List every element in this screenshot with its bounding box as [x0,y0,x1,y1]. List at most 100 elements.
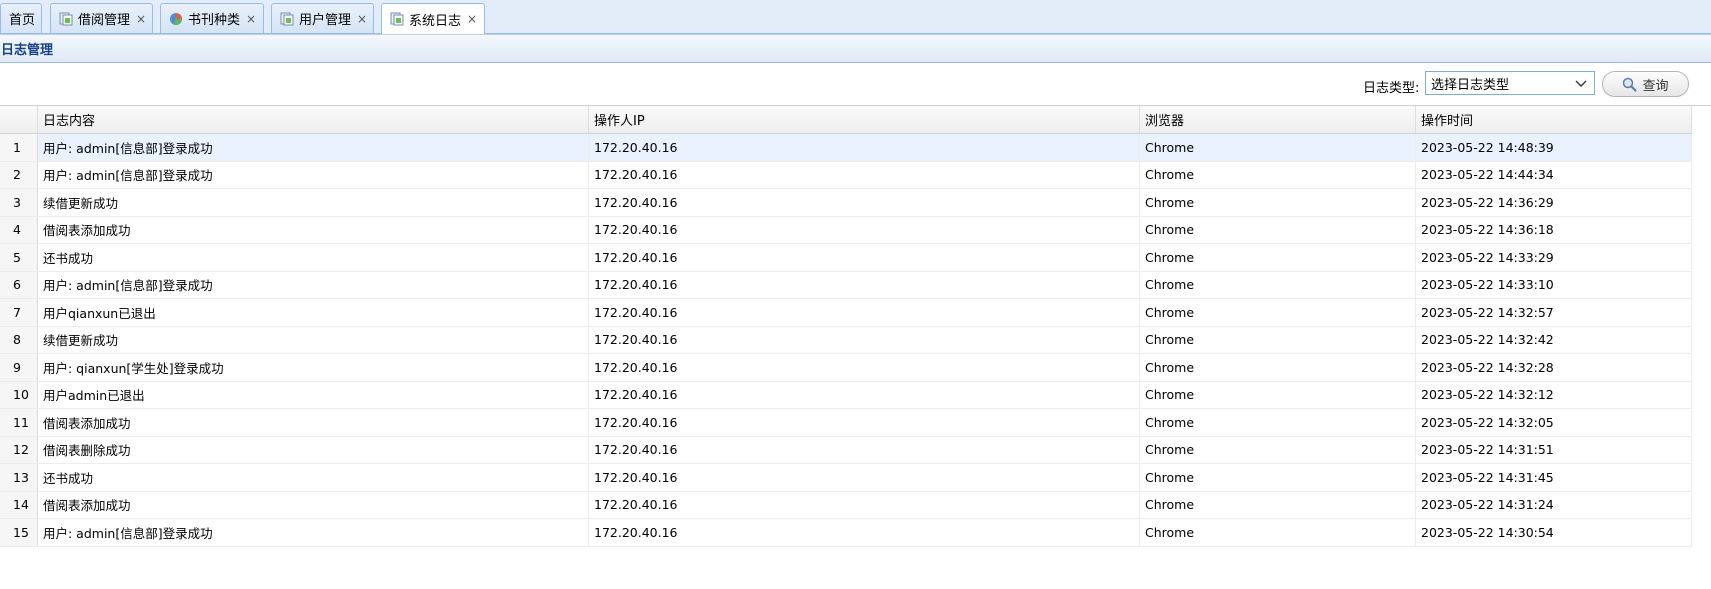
toolbar: 日志类型: 选择日志类型 查询 [0,63,1711,106]
tab-user-management[interactable]: 用户管理 × [271,3,374,33]
cell-log-content: 借阅表删除成功 [38,436,589,463]
table-row[interactable]: 9 用户: qianxun[学生处]登录成功 172.20.40.16 Chrome 2… [0,354,1692,382]
cell-browser: Chrome [1140,409,1416,436]
tab-home[interactable]: 首页 [0,3,42,33]
cell-log-content: 续借更新成功 [38,326,589,353]
panel-header: 日志管理 [0,34,1711,63]
cell-operation-time: 2023-05-22 14:48:39 [1416,134,1692,161]
column-header-time[interactable]: 操作时间 [1416,106,1692,133]
cell-browser: Chrome [1140,189,1416,216]
table-row[interactable]: 4 借阅表添加成功 172.20.40.16 Chrome 2023-05-22 14:… [0,216,1692,244]
cell-log-content: 借阅表添加成功 [38,216,589,243]
cell-operator-ip: 172.20.40.16 [589,134,1140,161]
cell-operator-ip: 172.20.40.16 [589,216,1140,243]
cell-operator-ip: 172.20.40.16 [589,464,1140,491]
cell-log-content: 用户: admin[信息部]登录成功 [38,271,589,298]
close-icon[interactable]: × [357,12,367,26]
tab-label: 书刊种类 [188,13,241,28]
cell-log-content: 还书成功 [38,464,589,491]
cell-operation-time: 2023-05-22 14:36:18 [1416,216,1692,243]
cell-operator-ip: 172.20.40.16 [589,491,1140,518]
cell-row-number: 11 [0,409,38,436]
cell-operation-time: 2023-05-22 14:36:29 [1416,189,1692,216]
table-row[interactable]: 6 用户: admin[信息部]登录成功 172.20.40.16 Chrome 202… [0,271,1692,299]
table-row[interactable]: 1 用户: admin[信息部]登录成功 172.20.40.16 Chrome 202… [0,134,1692,162]
cell-log-content: 用户qianxun已退出 [38,299,589,326]
page-icon [280,12,294,26]
table-row[interactable]: 13 还书成功 172.20.40.16 Chrome 2023-05-22 14:31… [0,464,1692,492]
column-header-ip[interactable]: 操作人IP [589,106,1140,133]
close-icon[interactable]: × [246,12,256,26]
cell-browser: Chrome [1140,464,1416,491]
cell-log-content: 还书成功 [38,244,589,271]
cell-log-content: 借阅表添加成功 [38,409,589,436]
cell-row-number: 5 [0,244,38,271]
cell-operation-time: 2023-05-22 14:33:29 [1416,244,1692,271]
tab-borrow-management[interactable]: 借阅管理 × [50,3,153,33]
cell-row-number: 13 [0,464,38,491]
cell-browser: Chrome [1140,216,1416,243]
cell-operator-ip: 172.20.40.16 [589,271,1140,298]
table-row[interactable]: 14 借阅表添加成功 172.20.40.16 Chrome 2023-05-22 14… [0,491,1692,519]
cell-log-content: 用户: admin[信息部]登录成功 [38,134,589,161]
panel-title: 日志管理 [1,43,54,58]
table-row[interactable]: 15 用户: admin[信息部]登录成功 172.20.40.16 Chrome 20… [0,519,1692,547]
chevron-down-icon[interactable] [1574,76,1588,90]
pie-chart-icon [169,12,183,26]
cell-operation-time: 2023-05-22 14:31:51 [1416,436,1692,463]
tab-system-log[interactable]: 系统日志 × [381,3,485,34]
cell-operator-ip: 172.20.40.16 [589,189,1140,216]
tab-label: 首页 [9,13,36,28]
cell-operator-ip: 172.20.40.16 [589,409,1140,436]
cell-operator-ip: 172.20.40.16 [589,436,1140,463]
cell-row-number: 2 [0,161,38,188]
close-icon[interactable]: × [467,12,477,26]
table-row[interactable]: 11 借阅表添加成功 172.20.40.16 Chrome 2023-05-22 14… [0,409,1692,437]
cell-browser: Chrome [1140,519,1416,546]
cell-row-number: 8 [0,326,38,353]
cell-row-number: 14 [0,491,38,518]
cell-row-number: 3 [0,189,38,216]
table-row[interactable]: 8 续借更新成功 172.20.40.16 Chrome 2023-05-22 14:3… [0,326,1692,354]
table-row[interactable]: 5 还书成功 172.20.40.16 Chrome 2023-05-22 14:33:… [0,244,1692,272]
close-icon[interactable]: × [136,12,146,26]
cell-operator-ip: 172.20.40.16 [589,244,1140,271]
log-type-select-value: 选择日志类型 [1431,77,1510,93]
cell-row-number: 12 [0,436,38,463]
tab-label: 借阅管理 [78,13,131,28]
page-icon [390,12,404,26]
table-row[interactable]: 10 用户admin已退出 172.20.40.16 Chrome 2023-05-22… [0,381,1692,409]
query-button[interactable]: 查询 [1602,71,1689,97]
search-icon [1623,77,1638,92]
log-type-select[interactable]: 选择日志类型 [1425,71,1595,95]
cell-browser: Chrome [1140,244,1416,271]
tab-label: 用户管理 [299,13,352,28]
table-row[interactable]: 12 借阅表删除成功 172.20.40.16 Chrome 2023-05-22 14… [0,436,1692,464]
cell-browser: Chrome [1140,161,1416,188]
column-header-content[interactable]: 日志内容 [38,106,589,133]
table-row[interactable]: 3 续借更新成功 172.20.40.16 Chrome 2023-05-22 14:3… [0,189,1692,217]
cell-operation-time: 2023-05-22 14:30:54 [1416,519,1692,546]
cell-row-number: 7 [0,299,38,326]
cell-operator-ip: 172.20.40.16 [589,381,1140,408]
cell-operator-ip: 172.20.40.16 [589,519,1140,546]
cell-log-content: 用户: admin[信息部]登录成功 [38,161,589,188]
cell-browser: Chrome [1140,381,1416,408]
column-header-browser[interactable]: 浏览器 [1140,106,1416,133]
table-row[interactable]: 7 用户qianxun已退出 172.20.40.16 Chrome 2023-05-2… [0,299,1692,327]
cell-log-content: 借阅表添加成功 [38,491,589,518]
tab-book-categories[interactable]: 书刊种类 × [160,3,264,33]
cell-operation-time: 2023-05-22 14:31:24 [1416,491,1692,518]
cell-log-content: 用户: qianxun[学生处]登录成功 [38,354,589,381]
cell-row-number: 6 [0,271,38,298]
cell-browser: Chrome [1140,299,1416,326]
cell-operation-time: 2023-05-22 14:32:05 [1416,409,1692,436]
cell-operation-time: 2023-05-22 14:32:12 [1416,381,1692,408]
cell-browser: Chrome [1140,491,1416,518]
table-row[interactable]: 2 用户: admin[信息部]登录成功 172.20.40.16 Chrome 202… [0,161,1692,189]
query-button-label: 查询 [1642,78,1669,94]
grid-header: 日志内容 操作人IP 浏览器 操作时间 [0,106,1692,134]
tab-label: 系统日志 [409,13,462,29]
cell-row-number: 15 [0,519,38,546]
cell-operation-time: 2023-05-22 14:32:42 [1416,326,1692,353]
